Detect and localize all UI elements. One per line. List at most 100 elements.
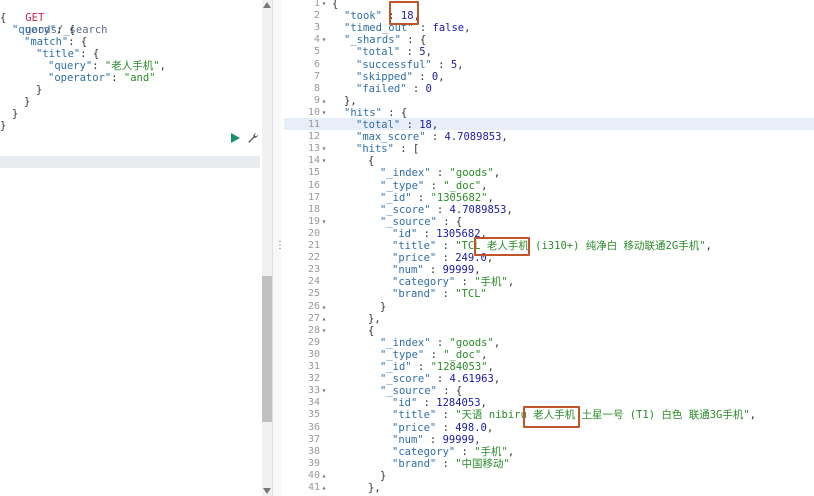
fold-toggle-icon[interactable]: ▾ — [320, 143, 328, 155]
response-token: , — [486, 252, 494, 265]
response-line: "title" : "TCL 老人手机 (i310+) 纯净白 移动联通2G手机… — [392, 240, 712, 252]
line-number-text: 34 — [307, 397, 320, 409]
request-actions — [229, 131, 259, 145]
line-number: 28 ▾ — [284, 325, 328, 337]
response-token: : — [424, 179, 444, 192]
scroll-up-icon[interactable] — [263, 2, 271, 8]
response-token: : — [430, 336, 450, 349]
response-token: , — [486, 421, 494, 434]
fold-toggle-icon[interactable]: ▴ — [320, 301, 328, 313]
fold-toggle-icon[interactable]: ▴ — [320, 482, 328, 494]
line-number-text: 5 — [313, 46, 320, 58]
line-number: 23 — [284, 264, 328, 276]
fold-toggle-icon[interactable]: ▴ — [320, 95, 328, 107]
line-number-text: 7 — [313, 70, 320, 82]
response-token: : — [436, 252, 456, 265]
request-token: , — [159, 60, 166, 72]
response-token: "brand" — [392, 288, 437, 301]
response-token: , — [425, 46, 432, 59]
response-token: "_index" — [380, 167, 431, 180]
response-token: : — [455, 445, 475, 458]
line-number-text: 15 — [307, 167, 320, 179]
fold-toggle-icon[interactable]: ▾ — [320, 385, 328, 397]
fold-toggle-icon[interactable]: ▾ — [320, 325, 328, 337]
response-line: "took" : 18, — [344, 10, 420, 22]
response-line: "successful" : 5, — [356, 59, 463, 71]
play-icon[interactable] — [229, 132, 241, 144]
response-line: { — [332, 0, 338, 10]
response-line: "_index" : "goods", — [380, 337, 500, 349]
response-token: , — [493, 167, 501, 180]
request-token: : { — [68, 36, 88, 48]
response-token: "total" — [356, 119, 401, 131]
fold-toggle-icon[interactable]: ▴ — [320, 470, 328, 482]
request-method: GET — [25, 12, 45, 24]
response-token: "brand" — [392, 457, 437, 470]
line-number-text: 16 — [307, 179, 320, 191]
line-number: 16 — [284, 180, 328, 192]
response-line: } — [380, 301, 386, 313]
fold-toggle-icon[interactable]: ▾ — [320, 34, 328, 46]
request-scrollbar-thumb[interactable] — [262, 276, 272, 422]
response-token: , — [464, 22, 471, 35]
line-number-text: 26 — [307, 300, 320, 312]
response-token: , — [493, 373, 501, 386]
response-token: "num" — [392, 433, 424, 446]
scroll-down-icon[interactable] — [263, 488, 271, 494]
line-number: 10 ▾ — [284, 107, 328, 119]
response-line: "_score" : 4.61963, — [380, 373, 500, 385]
line-number: 14 ▾ — [284, 155, 328, 167]
line-number-text: 6 — [313, 58, 320, 70]
response-token: , — [480, 227, 487, 240]
fold-toggle-icon[interactable]: ▾ — [320, 155, 328, 167]
line-number-text: 28 — [307, 324, 320, 336]
response-token: : — [423, 433, 443, 446]
request-body-line: } — [12, 108, 18, 120]
response-token: : — [436, 457, 456, 470]
line-number-text: 24 — [307, 276, 320, 288]
response-line: "_shards" : { — [344, 34, 426, 46]
line-number-text: 10 — [307, 106, 320, 118]
request-editor[interactable]: GET goods/_search {"query": {"match": {"… — [0, 0, 260, 496]
response-token: "category" — [392, 276, 456, 289]
line-number-text: 12 — [307, 131, 320, 143]
request-token: "title" — [36, 48, 81, 60]
line-number-text: 39 — [307, 457, 320, 469]
response-token: : — [425, 131, 445, 144]
request-body-line: "operator": "and" — [48, 72, 155, 84]
fold-toggle-icon[interactable]: ▾ — [320, 216, 328, 228]
request-token: "query" — [12, 24, 57, 36]
fold-toggle-icon[interactable]: ▴ — [320, 313, 328, 325]
response-token: "skipped" — [356, 70, 413, 83]
line-number: 24 — [284, 276, 328, 288]
line-number-text: 18 — [307, 203, 320, 215]
line-number: 6 — [284, 59, 328, 71]
response-token: , — [705, 240, 712, 252]
response-line: "total" : 18, — [356, 119, 438, 131]
line-number: 37 — [284, 434, 328, 446]
line-number-text: 21 — [307, 240, 320, 251]
response-token: "_doc" — [443, 179, 482, 192]
response-line: "_type" : "_doc", — [380, 349, 488, 361]
request-token: "and" — [123, 72, 156, 84]
response-token: : — [430, 203, 450, 216]
response-token: "num" — [392, 264, 424, 277]
response-token: "中国移动" — [455, 457, 510, 470]
wrench-icon[interactable] — [247, 132, 259, 144]
response-token: "category" — [392, 445, 456, 458]
response-token: , — [480, 397, 487, 410]
request-token: } — [36, 84, 43, 96]
line-number-text: 19 — [307, 215, 320, 227]
response-line: "failed" : 0 — [356, 83, 432, 95]
response-token: "hits" — [344, 106, 382, 119]
response-token: } — [380, 300, 387, 313]
response-token: : — [417, 397, 437, 410]
response-line: { — [368, 325, 374, 337]
response-token: "took" — [344, 10, 382, 23]
response-token: : — [431, 58, 451, 71]
fold-toggle-icon[interactable]: ▾ — [320, 0, 328, 10]
response-token: }, — [368, 482, 381, 494]
response-token: : — [406, 82, 426, 95]
response-token: "TCL" — [455, 288, 487, 301]
fold-toggle-icon[interactable]: ▾ — [320, 107, 328, 119]
